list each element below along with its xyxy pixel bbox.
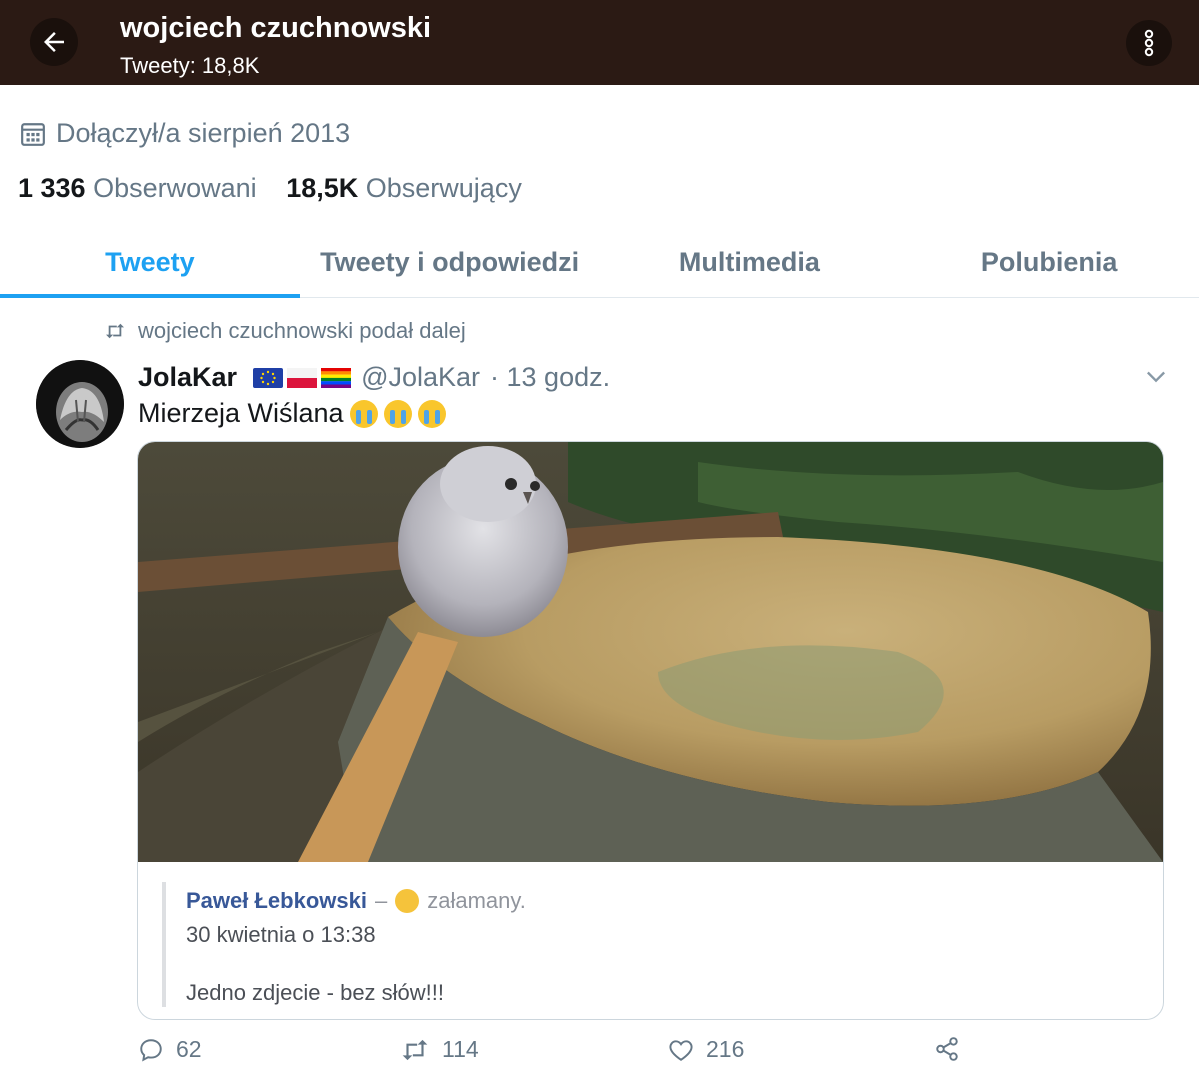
sad-face-icon <box>395 889 420 913</box>
quoted-date: 30 kwietnia o 13:38 <box>186 922 376 947</box>
quote-divider <box>162 882 166 1007</box>
joined-date: Dołączył/a sierpień 2013 <box>20 118 350 149</box>
tweet-time[interactable]: · 13 godz. <box>490 362 610 393</box>
flag-emojis <box>253 367 352 388</box>
owl-on-stump-photo[interactable] <box>138 442 1163 862</box>
share-button[interactable] <box>934 1036 960 1062</box>
heart-icon <box>669 1039 693 1061</box>
tab-tweets-and-replies[interactable]: Tweety i odpowiedzi <box>300 228 600 297</box>
crying-face-icon <box>383 399 412 428</box>
media-card[interactable]: Paweł Łebkowski – załamany. 30 kwietnia … <box>137 441 1164 1020</box>
tab-tweets[interactable]: Tweety <box>0 228 300 298</box>
profile-tabs: Tweety Tweety i odpowiedzi Multimedia Po… <box>0 228 1199 298</box>
quoted-author-line: Paweł Łebkowski – załamany. <box>186 888 526 914</box>
retweet-icon <box>402 1039 428 1060</box>
joined-text: Dołączył/a sierpień 2013 <box>56 118 351 148</box>
tab-likes[interactable]: Polubienia <box>899 228 1199 297</box>
tab-media[interactable]: Multimedia <box>600 228 900 297</box>
chevron-down-icon[interactable] <box>1142 362 1170 390</box>
more-options-button[interactable] <box>1126 20 1172 66</box>
reply-count: 62 <box>176 1036 202 1062</box>
quoted-feeling: załamany. <box>427 888 526 913</box>
top-app-bar: wojciech czuchnowski Tweety: 18,8K <box>0 0 1199 85</box>
tweet-count: Tweety: 18,8K <box>120 53 260 78</box>
follow-stats: 1 336 Obserwowani 18,5K Obserwujący <box>18 173 544 204</box>
more-vertical-icon <box>1144 29 1154 57</box>
tweet-author-handle[interactable]: @JolaKar <box>361 362 480 393</box>
tweet-text: Mierzeja Wiślana <box>138 398 344 428</box>
rainbow-flag-icon <box>321 367 352 388</box>
followers-link[interactable]: 18,5K Obserwujący <box>286 173 522 203</box>
following-count: 1 336 <box>18 173 86 203</box>
profile-name-title: wojciech czuchnowski <box>120 12 432 44</box>
like-count: 216 <box>706 1036 745 1062</box>
retweet-context: wojciech czuchnowski podał dalej <box>104 318 466 344</box>
retweet-icon <box>106 323 124 339</box>
share-icon <box>936 1037 958 1061</box>
followers-count: 18,5K <box>286 173 359 203</box>
crying-face-icon <box>417 399 446 428</box>
eu-flag-icon <box>253 367 284 388</box>
followers-label: Obserwujący <box>365 173 522 203</box>
poland-flag-icon <box>287 367 318 388</box>
back-arrow-icon <box>44 32 64 52</box>
following-label: Obserwowani <box>93 173 257 203</box>
retweet-button[interactable]: 114 <box>400 1036 479 1063</box>
like-button[interactable]: 216 <box>668 1036 744 1063</box>
tweet-author-name[interactable]: JolaKar <box>138 362 237 393</box>
retweeted-by-text: wojciech czuchnowski podał dalej <box>138 318 466 343</box>
avatar[interactable] <box>36 360 124 448</box>
back-button[interactable] <box>30 18 78 66</box>
retweet-count: 114 <box>442 1036 479 1062</box>
calendar-icon <box>21 122 45 146</box>
following-link[interactable]: 1 336 Obserwowani <box>18 173 264 203</box>
crying-face-icon <box>349 399 378 428</box>
quoted-author-name: Paweł Łebkowski <box>186 888 367 913</box>
reply-icon <box>140 1038 162 1062</box>
quoted-dash: – <box>374 888 388 913</box>
avatar-image <box>36 360 124 448</box>
quoted-text: Jedno zdjecie - bez słów!!! <box>186 980 445 1005</box>
tweet-body: Mierzeja Wiślana <box>138 398 446 429</box>
reply-button[interactable]: 62 <box>138 1036 202 1063</box>
tweet-header: JolaKar @JolaKar · 13 godz. <box>138 362 610 393</box>
